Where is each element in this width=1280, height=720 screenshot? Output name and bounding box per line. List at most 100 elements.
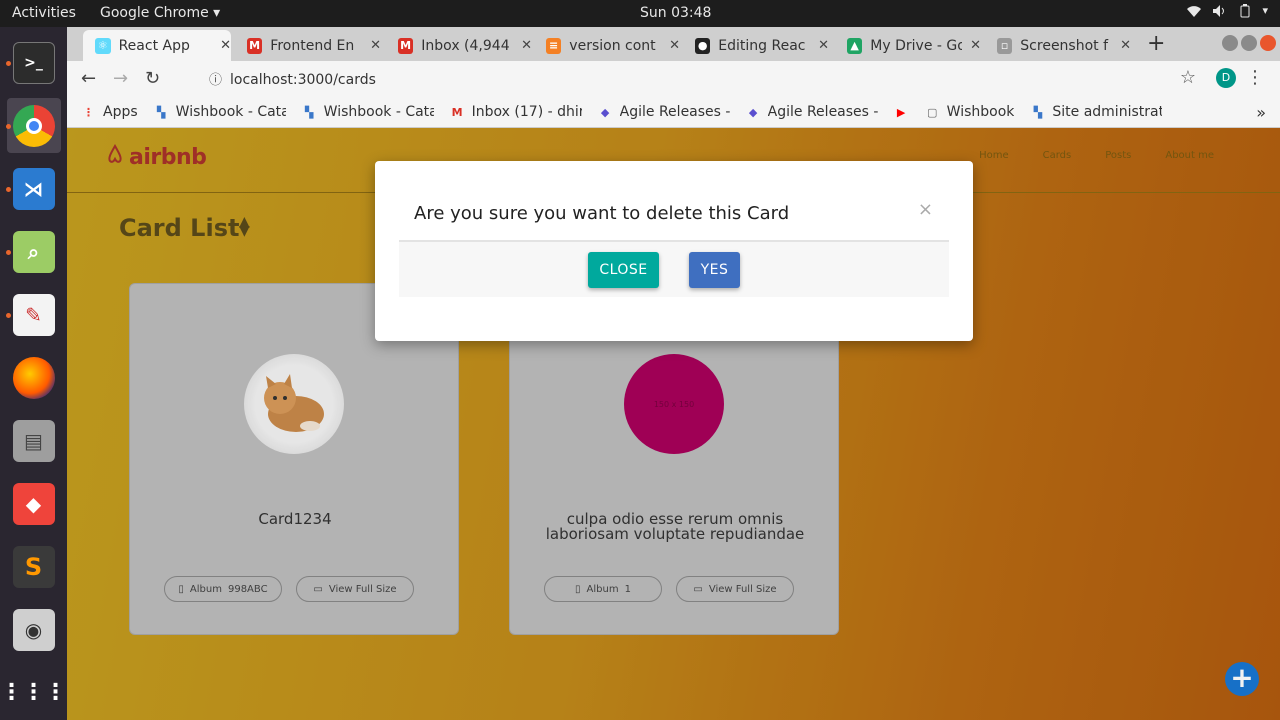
files-icon: ▤	[12, 419, 55, 462]
dock-firefox[interactable]	[7, 350, 61, 405]
bookmark-icon: ▚	[156, 105, 166, 119]
tab-close-icon[interactable]: ✕	[370, 38, 381, 53]
dock-files[interactable]: ▤	[7, 413, 61, 468]
image-viewer-icon: ⌕	[12, 230, 55, 273]
tab-title: React App	[118, 37, 190, 54]
system-top-bar: Activities Google Chrome ▾ Sun 03:48 ▾	[0, 0, 1280, 27]
bookmark-item[interactable]: ◆ Agile Releases - l	[598, 104, 730, 120]
running-indicator	[5, 124, 11, 129]
text-editor-icon: ✎	[12, 293, 55, 336]
tab-favicon-icon: ●	[695, 37, 711, 54]
tab[interactable]: M Inbox (4,944 ✕	[386, 30, 532, 61]
tab-favicon-icon: ▲	[847, 37, 863, 54]
address-bar[interactable]: ⓘ localhost:3000/cards	[209, 69, 376, 88]
bookmark-item[interactable]: ◆ Agile Releases - A	[746, 104, 878, 120]
running-indicator	[5, 313, 11, 318]
running-indicator	[5, 250, 11, 255]
modal-close-icon[interactable]: ×	[918, 199, 933, 220]
sublime-icon: S	[12, 545, 55, 588]
chrome-icon	[12, 104, 55, 147]
forward-icon[interactable]: →	[113, 68, 128, 89]
bookmark-star-icon[interactable]: ☆	[1180, 67, 1196, 88]
bookmark-label: Wishbook	[946, 104, 1015, 120]
tab[interactable]: M Frontend En ✕	[235, 30, 381, 61]
info-icon[interactable]: ⓘ	[209, 73, 222, 88]
tab[interactable]: ▲ My Drive - Go ✕	[835, 30, 981, 61]
delete-confirm-modal: Are you sure you want to delete this Car…	[375, 161, 973, 341]
bookmark-label: Agile Releases - A	[767, 104, 878, 120]
bookmark-icon: ◆	[748, 105, 758, 119]
close-button[interactable]: CLOSE	[588, 252, 659, 288]
tab-title: Frontend En	[270, 37, 355, 54]
tab-title: Inbox (4,944	[421, 37, 510, 54]
dock-chrome[interactable]	[5, 98, 61, 153]
tab[interactable]: ⚛ React App ✕	[83, 30, 231, 61]
running-indicator	[5, 61, 11, 66]
dock-terminal[interactable]: >_	[5, 35, 61, 90]
browser-window: + ⚛ React App ✕ M Frontend En ✕ M Inbox (4,944 ✕…	[67, 27, 1280, 128]
clock[interactable]: Sun 03:48	[640, 5, 711, 21]
bookmark-item[interactable]: ▶	[894, 105, 909, 120]
bookmark-icon: ▶	[896, 105, 906, 119]
tab-favicon-icon: ≡	[546, 37, 562, 54]
bookmark-item[interactable]: M Inbox (17) - dhire	[450, 104, 582, 120]
minimize-button[interactable]	[1222, 35, 1238, 51]
dock-text-editor[interactable]: ✎	[5, 287, 61, 342]
bookmark-label: Wishbook - Catal	[323, 104, 434, 120]
system-tray[interactable]: ▾	[1186, 4, 1268, 22]
dock-show-apps[interactable]: ⋮⋮⋮	[0, 665, 67, 720]
tab-strip: + ⚛ React App ✕ M Frontend En ✕ M Inbox (4,944 ✕…	[67, 27, 1280, 61]
tab-title: version cont	[569, 37, 656, 54]
dock-image-viewer[interactable]: ⌕	[5, 224, 61, 279]
anydesk-icon: ◆	[12, 482, 55, 525]
wifi-icon	[1186, 4, 1202, 22]
bookmark-item[interactable]: ▚ Wishbook - Catal	[302, 104, 434, 120]
dock-sublime[interactable]: S	[7, 539, 61, 594]
profile-avatar[interactable]: D	[1216, 68, 1236, 88]
new-tab-button[interactable]: +	[1147, 31, 1165, 56]
bookmark-label: Apps	[103, 104, 138, 120]
dock-speakers[interactable]: ◉	[7, 602, 61, 657]
bookmark-item[interactable]: ▢ Wishbook	[925, 104, 1015, 120]
bookmark-icon: ▚	[1033, 105, 1043, 119]
tab[interactable]: ● Editing Reac ✕	[683, 30, 829, 61]
tab-close-icon[interactable]: ✕	[220, 38, 231, 53]
dock-vscode[interactable]: ⋊	[5, 161, 61, 216]
browser-menu-icon[interactable]: ⋮	[1246, 67, 1264, 88]
bookmark-item[interactable]: ⋮ Apps	[81, 104, 138, 120]
close-window-button[interactable]	[1260, 35, 1276, 51]
yes-button[interactable]: YES	[689, 252, 740, 288]
maximize-button[interactable]	[1241, 35, 1257, 51]
tab-close-icon[interactable]: ✕	[818, 38, 829, 53]
tab-close-icon[interactable]: ✕	[970, 38, 981, 53]
tab-close-icon[interactable]: ✕	[669, 38, 680, 53]
tab-close-icon[interactable]: ✕	[521, 38, 532, 53]
url-text: localhost:3000/cards	[230, 72, 376, 88]
bookmark-label: Agile Releases - l	[619, 104, 730, 120]
battery-icon	[1238, 4, 1252, 22]
dock: >_ ⋊ ⌕ ✎ ▤ ◆ S ◉ ⋮⋮⋮	[0, 27, 67, 720]
dock-anydesk[interactable]: ◆	[7, 476, 61, 531]
running-indicator	[5, 187, 11, 192]
bookmark-icon: ◆	[600, 105, 610, 119]
back-icon[interactable]: ←	[81, 68, 96, 89]
bookmark-item[interactable]: ▚ Wishbook - Catal	[154, 104, 286, 120]
bookmark-icon: ⋮	[83, 105, 94, 119]
bookmark-icon: M	[451, 105, 463, 119]
bookmark-label: Site administrati	[1052, 104, 1163, 120]
bookmarks-more-icon[interactable]: »	[1256, 103, 1266, 122]
tab-favicon-icon: ⚛	[95, 37, 111, 54]
activities-button[interactable]: Activities	[12, 5, 76, 21]
vscode-icon: ⋊	[12, 167, 55, 210]
tab-favicon-icon: M	[247, 37, 263, 54]
tab[interactable]: ≡ version cont ✕	[534, 30, 680, 61]
app-menu[interactable]: Google Chrome ▾	[100, 5, 220, 21]
apps-grid-icon: ⋮⋮⋮	[0, 680, 67, 705]
firefox-icon	[12, 356, 55, 399]
tab-favicon-icon: M	[398, 37, 414, 54]
bookmark-label: Inbox (17) - dhire	[471, 104, 582, 120]
bookmark-item[interactable]: ▚ Site administrati	[1030, 104, 1163, 120]
reload-icon[interactable]: ↻	[145, 68, 160, 89]
tab-close-icon[interactable]: ✕	[1120, 38, 1131, 53]
tab[interactable]: ▫ Screenshot f ✕	[985, 30, 1131, 61]
